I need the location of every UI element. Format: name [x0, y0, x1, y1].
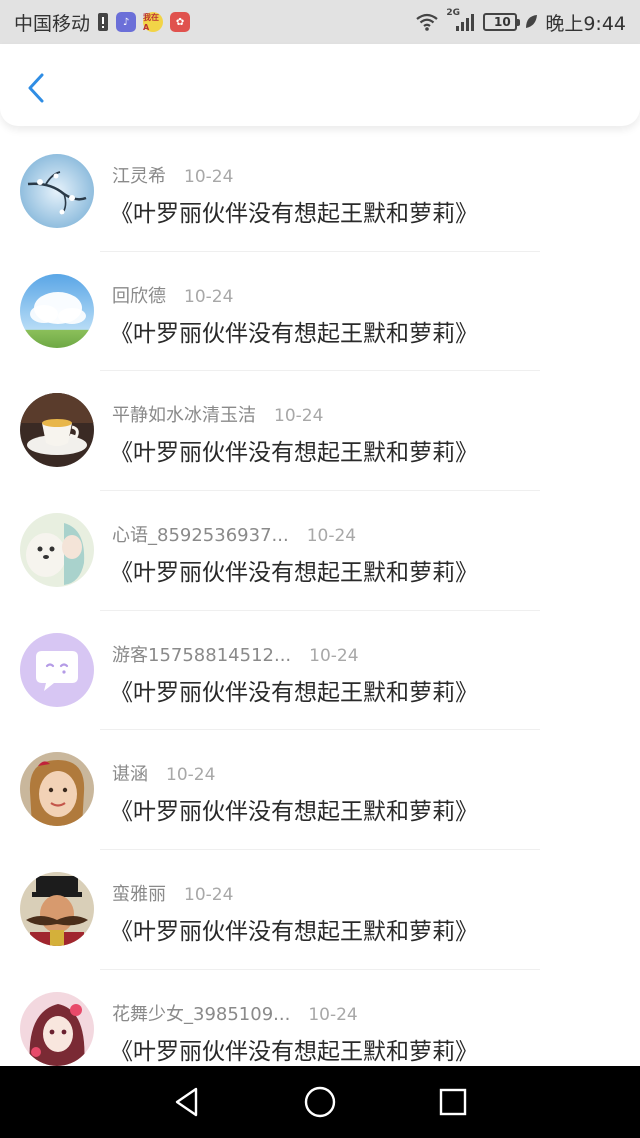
comment-date: 10-24	[308, 1004, 358, 1025]
comment-text: 《叶罗丽伙伴没有想起王默和萝莉》	[110, 919, 478, 946]
user-name: 江灵希	[112, 166, 166, 187]
header	[0, 44, 640, 126]
navigation-bar	[0, 1066, 640, 1138]
carrier-name: 中国移动	[14, 12, 91, 35]
user-name: 平静如水冰清玉洁	[112, 405, 256, 427]
user-name: 心语_8592536937...	[112, 525, 289, 547]
comment-meta: 谌涵 10-24	[112, 760, 215, 786]
comment-date: 10-24	[274, 406, 324, 427]
chevron-left-icon	[28, 73, 44, 103]
circle-home-icon	[304, 1086, 336, 1118]
sim-alert-icon	[97, 12, 109, 32]
comment-text: 《叶罗丽伙伴没有想起王默和萝莉》	[110, 679, 478, 706]
chat-bubble-icon	[20, 632, 94, 707]
clock: 晚上9:44	[545, 12, 626, 35]
list-item[interactable]: 心语_8592536937... 10-24 《叶罗丽伙伴没有想起王默和萝莉》	[0, 491, 640, 611]
avatar[interactable]	[20, 273, 94, 348]
avatar[interactable]	[20, 513, 94, 588]
comment-list: 江灵希 10-24 《叶罗丽伙伴没有想起王默和萝莉》 回欣德 10-24 《叶罗…	[0, 132, 640, 1090]
comment-meta: 心语_8592536937... 10-24	[112, 521, 356, 547]
comment-meta: 蛮雅丽 10-24	[112, 880, 233, 906]
comment-date: 10-24	[184, 167, 234, 187]
back-button[interactable]	[20, 70, 52, 106]
comment-date: 10-24	[309, 645, 359, 666]
comment-date: 10-24	[184, 286, 234, 307]
huawei-icon: ✿	[170, 12, 191, 32]
avatar[interactable]	[20, 154, 94, 228]
battery-level: 10	[493, 15, 511, 29]
nav-recents-button[interactable]	[433, 1082, 473, 1122]
comment-text: 《叶罗丽伙伴没有想起王默和萝莉》	[110, 1038, 478, 1065]
comment-text: 《叶罗丽伙伴没有想起王默和萝莉》	[110, 201, 478, 227]
nav-home-button[interactable]	[300, 1082, 340, 1122]
list-item[interactable]: 蛮雅丽 10-24 《叶罗丽伙伴没有想起王默和萝莉》	[0, 850, 640, 970]
comment-meta: 花舞少女_3985109... 10-24	[112, 1000, 358, 1026]
avatar[interactable]	[20, 991, 94, 1066]
comment-date: 10-24	[184, 885, 234, 906]
user-name: 回欣德	[112, 285, 166, 307]
avatar[interactable]	[20, 632, 94, 707]
user-name: 谌涵	[112, 764, 148, 786]
signal-icon: 2G	[446, 8, 476, 32]
user-name: 游客15758814512...	[112, 644, 292, 666]
comment-meta: 平静如水冰清玉洁 10-24	[112, 401, 323, 427]
square-recents-icon	[440, 1088, 467, 1116]
comment-meta: 回欣德 10-24	[112, 282, 233, 308]
battery-icon: 10	[483, 13, 521, 31]
list-item[interactable]: 江灵希 10-24 《叶罗丽伙伴没有想起王默和萝莉》	[0, 132, 640, 252]
comment-text: 《叶罗丽伙伴没有想起王默和萝莉》	[110, 560, 478, 587]
user-name: 花舞少女_3985109...	[112, 1003, 291, 1025]
list-item[interactable]: 谌涵 10-24 《叶罗丽伙伴没有想起王默和萝莉》	[0, 730, 640, 851]
comment-text: 《叶罗丽伙伴没有想起王默和萝莉》	[110, 320, 478, 347]
avatar[interactable]	[20, 872, 94, 947]
list-item[interactable]: 游客15758814512... 10-24 《叶罗丽伙伴没有想起王默和萝莉》	[0, 611, 640, 731]
list-item[interactable]: 平静如水冰清玉洁 10-24 《叶罗丽伙伴没有想起王默和萝莉》	[0, 371, 640, 492]
app-notification-icon: 我在A	[143, 12, 164, 32]
nav-back-button[interactable]	[167, 1082, 207, 1122]
triangle-back-icon	[175, 1087, 197, 1117]
comment-date: 10-24	[306, 526, 357, 547]
status-bar: 中国移动 ♪ 我在A ✿ 2G 10 晚上9:44	[0, 0, 640, 44]
list-item[interactable]: 回欣德 10-24 《叶罗丽伙伴没有想起王默和萝莉》	[0, 252, 640, 372]
app-notification-icon: ♪	[116, 12, 137, 32]
comment-text: 《叶罗丽伙伴没有想起王默和萝莉》	[110, 799, 478, 826]
network-type: 2G	[446, 8, 460, 18]
leaf-icon	[524, 14, 538, 30]
wifi-icon	[415, 13, 439, 31]
comment-meta: 江灵希 10-24	[112, 162, 233, 188]
comment-date: 10-24	[166, 765, 216, 786]
comment-text: 《叶罗丽伙伴没有想起王默和萝莉》	[110, 440, 478, 467]
avatar[interactable]	[20, 752, 94, 827]
avatar[interactable]	[20, 393, 94, 468]
comment-meta: 游客15758814512... 10-24	[112, 641, 359, 667]
user-name: 蛮雅丽	[112, 884, 166, 906]
